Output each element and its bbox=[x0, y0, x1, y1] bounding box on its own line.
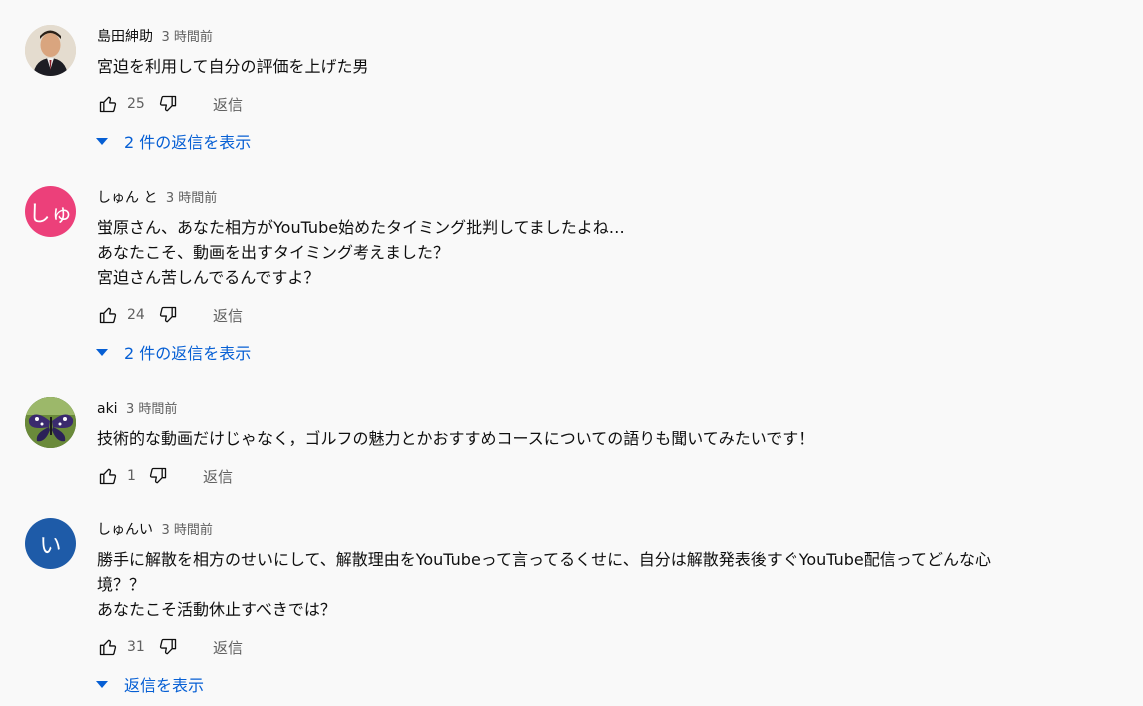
view-replies-label: 返信を表示 bbox=[124, 676, 205, 695]
comment-actions: 1 返信 bbox=[97, 464, 233, 488]
view-replies-button[interactable]: 2 件の返信を表示 bbox=[94, 340, 251, 364]
comment-text-line: 技術的な動画だけじゃなく，ゴルフの魅力とかおすすめコースについての語りも聞いてみ… bbox=[97, 429, 815, 448]
comment-author[interactable]: しゅんい bbox=[97, 522, 153, 538]
comment-author[interactable]: aki bbox=[97, 401, 118, 417]
comment-body: しゅんい 3 時間前 勝手に解散を相方のせいにして、解散理由をYouTubeって… bbox=[97, 521, 1117, 622]
comment-time[interactable]: 3 時間前 bbox=[161, 30, 212, 45]
thumbs-down-icon[interactable] bbox=[157, 304, 179, 326]
view-replies-button[interactable]: 返信を表示 bbox=[94, 672, 204, 696]
comment-body: しゅん と 3 時間前 蛍原さん、あなた相方がYouTube始めたタイミング批判… bbox=[97, 189, 1117, 290]
caret-down-icon bbox=[96, 680, 108, 688]
view-replies-label: 2 件の返信を表示 bbox=[124, 344, 252, 363]
comment-text-line: 勝手に解散を相方のせいにして、解散理由をYouTubeって言ってるくせに、自分は… bbox=[97, 550, 991, 569]
comment-body: aki 3 時間前 技術的な動画だけじゃなく，ゴルフの魅力とかおすすめコースにつ… bbox=[97, 400, 1117, 451]
comment-time[interactable]: 3 時間前 bbox=[166, 191, 217, 206]
avatar-letter: しゅ bbox=[28, 201, 73, 227]
comment-body: 島田紳助 3 時間前 宮迫を利用して自分の評価を上げた男 bbox=[97, 28, 1117, 79]
comments-section: 島田紳助 3 時間前 宮迫を利用して自分の評価を上げた男 25 返信 2 件の返… bbox=[0, 0, 1143, 706]
comment-text-line: 宮迫さん苦しんでるんですよ？ bbox=[97, 268, 320, 287]
avatar[interactable]: い bbox=[25, 518, 76, 569]
thumbs-up-icon[interactable] bbox=[97, 465, 119, 487]
thumbs-up-icon[interactable] bbox=[97, 304, 119, 326]
avatar-photo-icon bbox=[25, 25, 76, 76]
like-count: 25 bbox=[127, 96, 145, 112]
thumbs-down-icon[interactable] bbox=[157, 93, 179, 115]
comment-header: aki 3 時間前 bbox=[97, 400, 1117, 418]
comment-text: 宮迫を利用して自分の評価を上げた男 bbox=[97, 54, 1117, 79]
comment-actions: 31 返信 bbox=[97, 635, 243, 659]
comment-actions: 24 返信 bbox=[97, 303, 243, 327]
thumbs-up-icon[interactable] bbox=[97, 93, 119, 115]
reply-button[interactable]: 返信 bbox=[203, 466, 233, 487]
reply-button[interactable]: 返信 bbox=[213, 637, 243, 658]
like-count: 24 bbox=[127, 307, 145, 323]
thumbs-up-icon[interactable] bbox=[97, 636, 119, 658]
comment-text: 蛍原さん、あなた相方がYouTube始めたタイミング批判してましたよね… あなた… bbox=[97, 215, 1117, 290]
comment-text-line: 宮迫を利用して自分の評価を上げた男 bbox=[97, 57, 369, 76]
comment-text: 技術的な動画だけじゃなく，ゴルフの魅力とかおすすめコースについての語りも聞いてみ… bbox=[97, 426, 1117, 451]
comment-header: しゅん と 3 時間前 bbox=[97, 189, 1117, 207]
comment-time[interactable]: 3 時間前 bbox=[161, 523, 212, 538]
comment-text-line: 境？？ bbox=[97, 575, 146, 594]
avatar[interactable] bbox=[25, 25, 76, 76]
avatar[interactable] bbox=[25, 397, 76, 448]
view-replies-button[interactable]: 2 件の返信を表示 bbox=[94, 129, 251, 153]
comment-text-line: あなたこそ活動休止すべきでは？ bbox=[97, 600, 336, 619]
comment-author[interactable]: 島田紳助 bbox=[97, 29, 153, 45]
comment-author[interactable]: しゅん と bbox=[97, 190, 157, 206]
comment-header: 島田紳助 3 時間前 bbox=[97, 28, 1117, 46]
comment-actions: 25 返信 bbox=[97, 92, 243, 116]
like-count: 31 bbox=[127, 639, 145, 655]
caret-down-icon bbox=[96, 137, 108, 145]
comment-text-line: あなたこそ、動画を出すタイミング考えました？ bbox=[97, 243, 450, 262]
comment-time[interactable]: 3 時間前 bbox=[126, 402, 177, 417]
caret-down-icon bbox=[96, 348, 108, 356]
like-count: 1 bbox=[127, 468, 136, 484]
reply-button[interactable]: 返信 bbox=[213, 94, 243, 115]
avatar[interactable]: しゅ bbox=[25, 186, 76, 237]
avatar-letter: い bbox=[39, 533, 62, 559]
view-replies-label: 2 件の返信を表示 bbox=[124, 133, 252, 152]
reply-button[interactable]: 返信 bbox=[213, 305, 243, 326]
comment-header: しゅんい 3 時間前 bbox=[97, 521, 1117, 539]
comment-text: 勝手に解散を相方のせいにして、解散理由をYouTubeって言ってるくせに、自分は… bbox=[97, 547, 1117, 622]
butterfly-avatar-icon bbox=[25, 397, 76, 448]
thumbs-down-icon[interactable] bbox=[157, 636, 179, 658]
comment-text-line: 蛍原さん、あなた相方がYouTube始めたタイミング批判してましたよね… bbox=[97, 218, 625, 237]
thumbs-down-icon[interactable] bbox=[147, 465, 169, 487]
